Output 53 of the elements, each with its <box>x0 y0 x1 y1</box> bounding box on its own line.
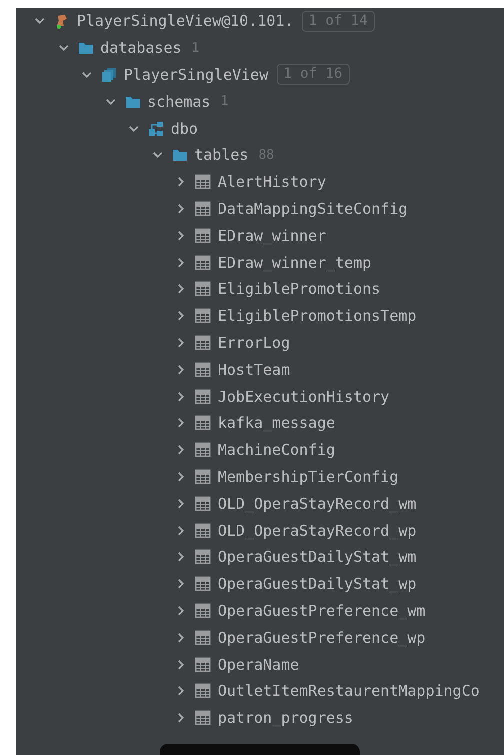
tree-item-label[interactable]: kafka_message <box>218 414 336 432</box>
tree-item-label[interactable]: MachineConfig <box>218 441 336 460</box>
folder-icon <box>78 40 94 56</box>
table-icon <box>195 602 211 619</box>
table-icon <box>195 254 211 271</box>
table-icon <box>195 334 211 351</box>
table-icon <box>195 388 211 405</box>
table-icon <box>195 522 211 539</box>
tree-item-label[interactable]: OperaGuestPreference_wp <box>218 628 426 647</box>
table-icon <box>195 576 211 592</box>
table-icon <box>195 308 211 324</box>
table-icon <box>195 228 211 244</box>
tree-item-label[interactable]: tables <box>194 146 249 164</box>
tree-item-label[interactable]: DataMappingSiteConfig <box>218 200 408 218</box>
table-icon <box>195 710 211 726</box>
tree-item-label[interactable]: PlayerSingleView <box>124 66 268 84</box>
server-icon <box>54 13 70 30</box>
table-icon <box>195 630 211 646</box>
table-icon <box>195 468 211 485</box>
tree-item-label[interactable]: OperaGuestDailyStat_wm <box>218 548 417 566</box>
tree-item-label[interactable]: AlertHistory <box>218 173 326 192</box>
tree-item-label[interactable]: OutletItemRestaurentMappingCo <box>218 682 480 700</box>
tree-item-label[interactable]: OLD_OperaStayRecord_wp <box>218 522 417 540</box>
tree-item-label[interactable]: JobExecutionHistory <box>218 388 390 406</box>
table-icon <box>195 656 211 673</box>
tree-item-label[interactable]: OLD_OperaStayRecord_wm <box>218 494 417 513</box>
tree-item-label[interactable]: EDraw_winner <box>218 226 326 245</box>
tree-item-label[interactable]: EligiblePromotions <box>218 280 381 298</box>
table-icon <box>195 683 211 700</box>
table-icon <box>195 174 211 190</box>
database-icon <box>101 66 117 83</box>
table-icon <box>195 362 211 378</box>
table-icon <box>195 200 211 217</box>
tree-item-label[interactable]: OperaName <box>218 656 300 674</box>
tree-item-label[interactable]: dbo <box>171 120 198 138</box>
table-icon <box>195 549 211 566</box>
schema-icon <box>148 120 164 137</box>
tree-item-label[interactable]: OperaGuestPreference_wm <box>218 602 426 620</box>
tree-item-label[interactable]: ErrorLog <box>218 334 290 352</box>
table-icon <box>195 496 211 512</box>
tree-item-label[interactable]: HostTeam <box>218 360 290 379</box>
table-icon <box>195 442 211 458</box>
table-icon <box>195 281 211 298</box>
tree-item-label[interactable]: patron_progress <box>218 709 354 728</box>
tree-item-label[interactable]: schemas <box>148 92 211 111</box>
folder-icon <box>172 147 188 164</box>
tree-item-label[interactable]: MembershipTierConfig <box>218 468 399 486</box>
tree-item-label[interactable]: PlayerSingleView@10.101. <box>77 12 294 30</box>
tree-item-label[interactable]: EDraw_winner_temp <box>218 254 372 272</box>
table-icon <box>195 415 211 432</box>
tree-item-label[interactable]: databases <box>100 39 182 58</box>
tree-item-label[interactable]: OperaGuestDailyStat_wp <box>218 575 417 594</box>
tree-item-label[interactable]: EligiblePromotionsTemp <box>218 307 417 326</box>
